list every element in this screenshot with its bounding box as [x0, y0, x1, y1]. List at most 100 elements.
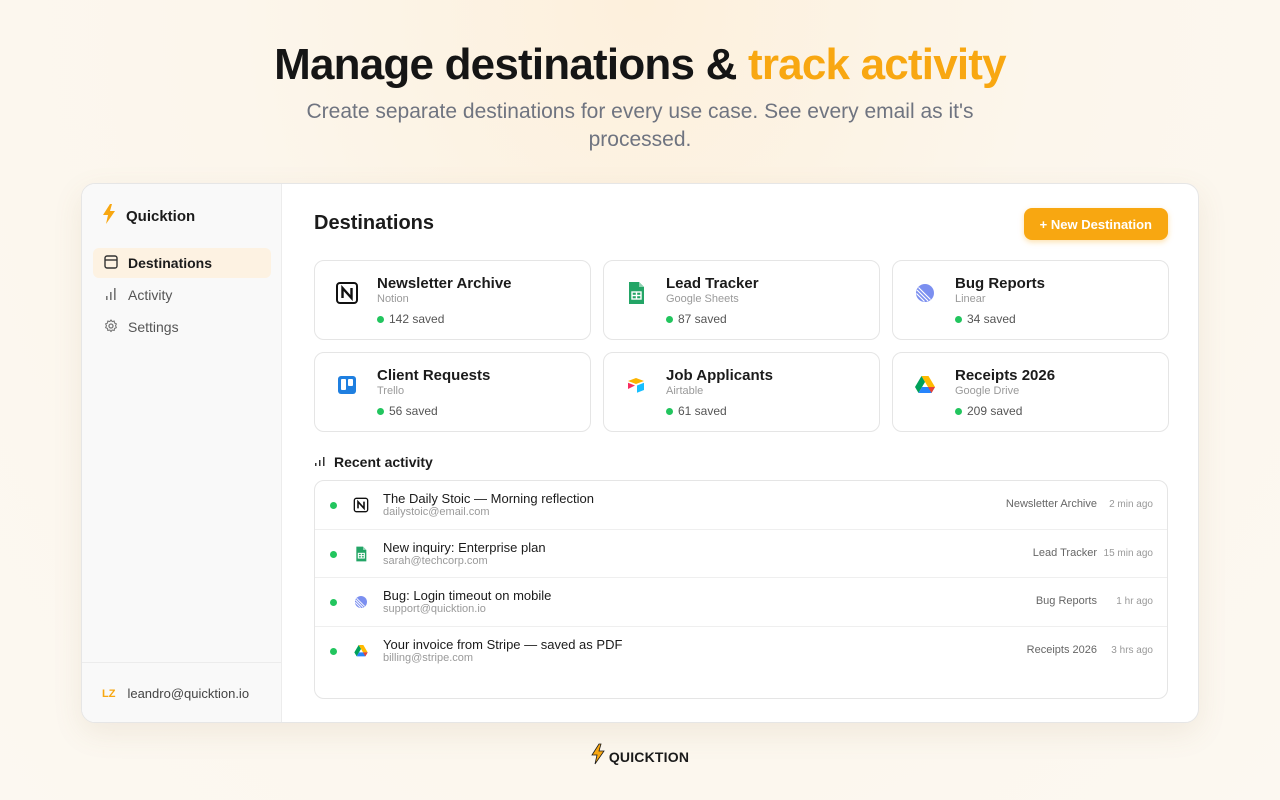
saved-count: 56 saved	[389, 404, 438, 418]
linear-icon	[913, 281, 937, 305]
footer-brand: QUICKTION	[608, 748, 690, 765]
activity-destination: Receipts 2026	[1026, 643, 1097, 656]
activity-time: 3 hrs ago	[1111, 644, 1153, 656]
activity-row[interactable]: Bug: Login timeout on mobile support@qui…	[315, 578, 1167, 627]
footer-logo: QUICKTION	[0, 742, 1280, 771]
linear-icon	[353, 594, 369, 610]
activity-destination: Bug Reports	[1035, 595, 1097, 607]
sidebar-nav: Destinations Activity Settings	[93, 248, 271, 344]
window-icon	[104, 254, 118, 272]
activity-sender: dailystoic@email.com	[383, 506, 490, 518]
user-profile[interactable]: LZ leandro@quicktion.io	[82, 662, 281, 722]
main-content: Destinations + New Destination Newslette…	[282, 184, 1198, 722]
destination-count: 61 saved	[666, 404, 727, 418]
destination-count: 209 saved	[955, 404, 1022, 418]
google-drive-icon	[353, 643, 369, 659]
activity-title: The Daily Stoic — Morning reflection	[383, 491, 594, 506]
destination-count: 56 saved	[377, 404, 438, 418]
destination-card[interactable]: Lead Tracker Google Sheets 87 saved	[603, 260, 880, 340]
destination-card[interactable]: Receipts 2026 Google Drive 209 saved	[892, 352, 1169, 432]
destination-card[interactable]: Client Requests Trello 56 saved	[314, 352, 591, 432]
destination-card[interactable]: Job Applicants Airtable 61 saved	[603, 352, 880, 432]
status-dot	[330, 647, 337, 655]
destination-name: Bug Reports	[955, 275, 1045, 292]
destination-card[interactable]: Bug Reports Linear 34 saved	[892, 260, 1169, 340]
user-email: leandro@quicktion.io	[127, 686, 250, 701]
destination-name: Lead Tracker	[666, 275, 759, 292]
new-destination-button[interactable]: + New Destination	[1023, 208, 1168, 240]
saved-count: 209 saved	[967, 404, 1023, 418]
hero-title: Manage destinations & track activity	[0, 40, 1280, 90]
airtable-icon	[624, 373, 648, 397]
status-dot	[377, 407, 384, 415]
bar-chart-icon	[104, 287, 118, 304]
saved-count: 61 saved	[678, 404, 727, 418]
activity-title: Bug: Login timeout on mobile	[383, 588, 552, 603]
sidebar-item-label: Settings	[128, 319, 179, 335]
saved-count: 87 saved	[678, 312, 727, 326]
trello-icon	[335, 373, 359, 397]
destination-service: Notion	[377, 293, 409, 305]
destination-name: Newsletter Archive	[377, 275, 512, 292]
sidebar-item-activity[interactable]: Activity	[93, 280, 271, 310]
status-dot	[330, 599, 337, 606]
activity-time: 15 min ago	[1103, 547, 1153, 559]
notion-icon	[335, 281, 359, 305]
brand-name: Quicktion	[126, 208, 196, 225]
activity-row[interactable]: New inquiry: Enterprise plan sarah@techc…	[315, 530, 1167, 578]
activity-list: The Daily Stoic — Morning reflection dai…	[314, 480, 1168, 699]
activity-sender: support@quicktion.io	[383, 603, 486, 615]
destination-count: 87 saved	[666, 312, 727, 326]
status-dot	[666, 315, 673, 323]
brand[interactable]: Quicktion	[102, 204, 195, 229]
activity-time: 2 min ago	[1109, 499, 1153, 510]
sidebar-item-settings[interactable]: Settings	[93, 312, 271, 342]
status-dot	[377, 315, 384, 323]
lightning-bolt-icon	[591, 742, 605, 771]
destination-service: Trello	[377, 385, 405, 397]
activity-time: 1 hr ago	[1116, 596, 1153, 607]
activity-destination: Newsletter Archive	[1005, 498, 1097, 510]
hero-title-main: Manage destinations &	[274, 40, 748, 89]
lightning-bolt-icon	[102, 204, 116, 229]
destination-service: Airtable	[666, 385, 704, 397]
destination-name: Job Applicants	[666, 367, 773, 384]
activity-title: Your invoice from Stripe — saved as PDF	[383, 636, 623, 652]
destination-service: Google Drive	[955, 385, 1020, 397]
google-sheets-icon	[353, 546, 369, 562]
destination-grid: Newsletter Archive Notion 142 saved Lead…	[314, 260, 1169, 432]
recent-activity-title: Recent activity	[334, 454, 433, 470]
sidebar-item-label: Destinations	[128, 255, 213, 271]
destination-count: 142 saved	[377, 312, 444, 326]
status-dot	[955, 407, 962, 415]
status-dot	[955, 315, 962, 323]
activity-destination: Lead Tracker	[1032, 546, 1097, 559]
sidebar-item-destinations[interactable]: Destinations	[93, 248, 271, 278]
destination-card[interactable]: Newsletter Archive Notion 142 saved	[314, 260, 591, 340]
gear-icon	[104, 318, 118, 336]
sidebar: Quicktion Destinations Activity Settings	[82, 184, 282, 722]
hero-subtitle: Create separate destinations for every u…	[306, 100, 974, 151]
sidebar-item-label: Activity	[128, 287, 173, 303]
destination-name: Client Requests	[377, 367, 491, 384]
activity-sender: billing@stripe.com	[383, 651, 474, 664]
status-dot	[330, 502, 337, 509]
destination-name: Receipts 2026	[955, 367, 1056, 384]
app-window: Quicktion Destinations Activity Settings	[81, 183, 1199, 723]
saved-count: 142 saved	[389, 312, 445, 326]
destination-service: Linear	[955, 293, 986, 305]
saved-count: 34 saved	[967, 312, 1016, 326]
bar-chart-icon	[314, 454, 326, 470]
activity-sender: sarah@techcorp.com	[383, 554, 488, 567]
destination-service: Google Sheets	[666, 293, 739, 305]
status-dot	[666, 407, 673, 415]
activity-row[interactable]: Your invoice from Stripe — saved as PDF …	[315, 627, 1167, 676]
recent-activity-heading: Recent activity	[314, 454, 433, 470]
activity-title: New inquiry: Enterprise plan	[383, 539, 546, 555]
destination-count: 34 saved	[955, 312, 1016, 326]
notion-icon	[353, 497, 369, 513]
google-drive-icon	[913, 373, 937, 397]
status-dot	[330, 550, 337, 558]
activity-row[interactable]: The Daily Stoic — Morning reflection dai…	[315, 481, 1167, 530]
page-title: Destinations	[314, 212, 435, 234]
